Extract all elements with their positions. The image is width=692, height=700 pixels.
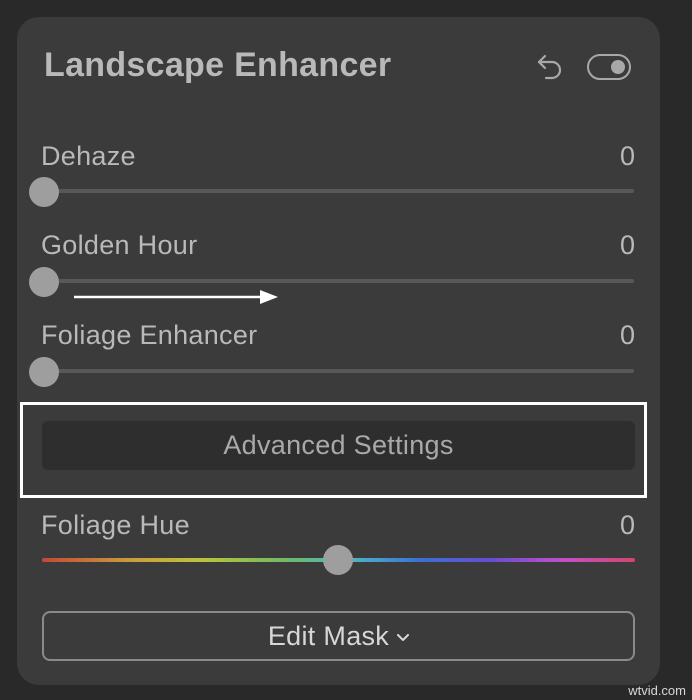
golden-hour-label: Golden Hour [41,230,198,260]
landscape-enhancer-panel [17,17,660,685]
panel-title: Landscape Enhancer [44,46,392,84]
foliage-hue-label: Foliage Hue [41,510,190,540]
foliage-enhancer-value[interactable]: 0 [620,320,635,351]
golden-hour-slider-thumb[interactable] [29,267,59,297]
dehaze-label: Dehaze [41,141,136,171]
undo-icon[interactable] [536,52,564,82]
enable-toggle[interactable] [587,54,631,80]
dehaze-slider-thumb[interactable] [29,177,59,207]
arrow-right-icon [74,290,278,304]
foliage-hue-value[interactable]: 0 [620,510,635,541]
chevron-down-icon [397,634,410,641]
golden-hour-value[interactable]: 0 [620,230,635,261]
dehaze-value[interactable]: 0 [620,141,635,172]
foliage-enhancer-slider-track[interactable] [44,369,634,373]
toggle-knob [611,60,625,74]
dehaze-slider-track[interactable] [44,189,634,193]
foliage-enhancer-label: Foliage Enhancer [41,320,258,350]
golden-hour-slider-track[interactable] [44,279,634,283]
edit-mask-button[interactable]: Edit Mask [42,611,635,661]
foliage-hue-slider-thumb[interactable] [323,545,353,575]
advanced-settings-button[interactable]: Advanced Settings [42,421,635,470]
edit-mask-label: Edit Mask [267,620,390,651]
watermark: wtvid.com [628,683,686,698]
foliage-enhancer-slider-thumb[interactable] [29,357,59,387]
